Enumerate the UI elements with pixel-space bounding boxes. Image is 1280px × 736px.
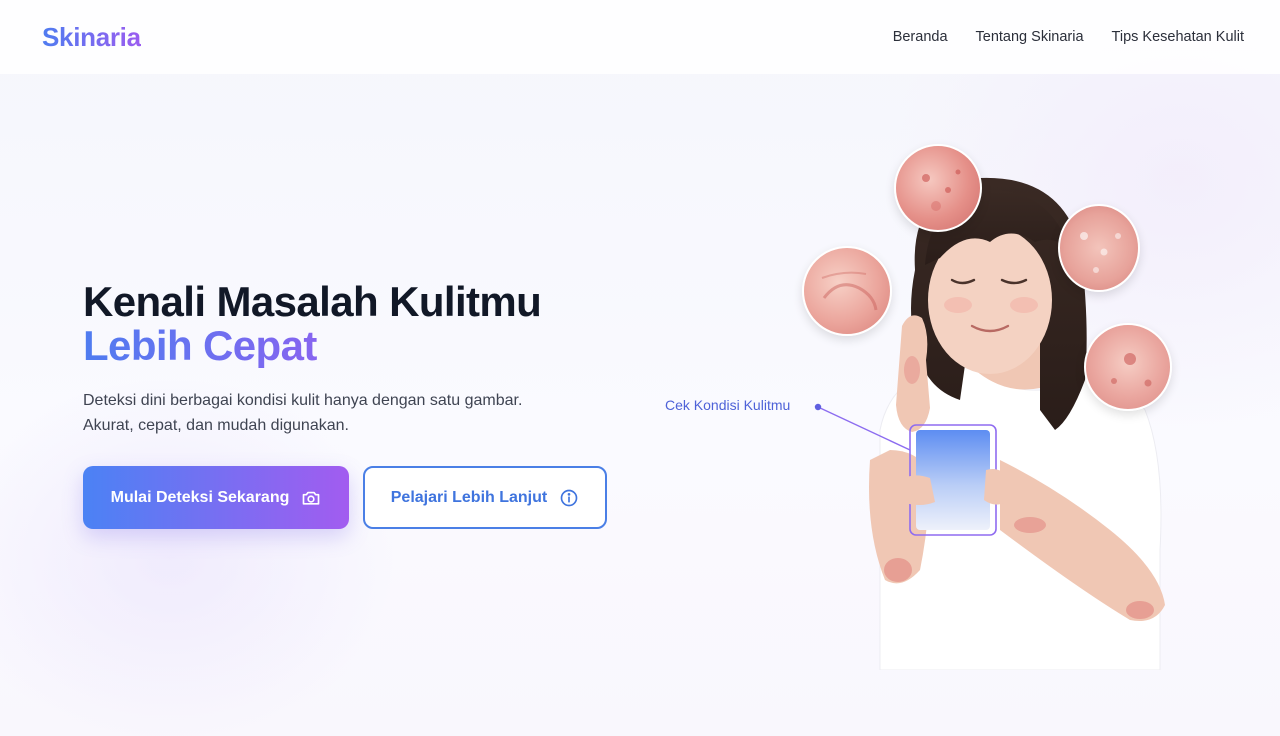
hero-title-accent: Lebih Cepat xyxy=(83,324,541,368)
skin-sample-circle-4 xyxy=(1084,323,1172,411)
hero-description: Deteksi dini berbagai kondisi kulit hany… xyxy=(83,388,603,438)
hero-title-line1: Kenali Masalah Kulitmu xyxy=(83,278,542,325)
skin-sample-circle-1 xyxy=(894,144,982,232)
nav-link-tentang[interactable]: Tentang Skinaria xyxy=(976,29,1084,45)
camera-icon xyxy=(301,488,321,508)
hero-description-line1: Deteksi dini berbagai kondisi kulit hany… xyxy=(83,392,523,409)
start-detection-button[interactable]: Mulai Deteksi Sekarang xyxy=(83,466,349,529)
hero-title: Kenali Masalah Kulitmu Lebih Cepat xyxy=(83,278,542,368)
start-detection-label: Mulai Deteksi Sekarang xyxy=(110,488,290,506)
site-header: Skinaria Beranda Tentang Skinaria Tips K… xyxy=(0,0,1280,74)
nav-link-beranda[interactable]: Beranda xyxy=(893,29,948,45)
callout-label: Cek Kondisi Kulitmu xyxy=(665,397,791,413)
nav-link-tips[interactable]: Tips Kesehatan Kulit xyxy=(1112,29,1244,45)
skin-sample-circle-2 xyxy=(1058,204,1140,292)
logo[interactable]: Skinaria xyxy=(42,22,141,53)
hero-description-line2: Akurat, cepat, dan mudah digunakan. xyxy=(83,417,349,434)
skin-sample-circle-3 xyxy=(802,246,892,336)
learn-more-label: Pelajari Lebih Lanjut xyxy=(390,488,548,506)
main-nav: Beranda Tentang Skinaria Tips Kesehatan … xyxy=(893,29,1244,45)
info-icon xyxy=(559,488,579,508)
learn-more-button[interactable]: Pelajari Lebih Lanjut xyxy=(363,466,607,529)
landing-page: Skinaria Beranda Tentang Skinaria Tips K… xyxy=(0,0,1280,736)
